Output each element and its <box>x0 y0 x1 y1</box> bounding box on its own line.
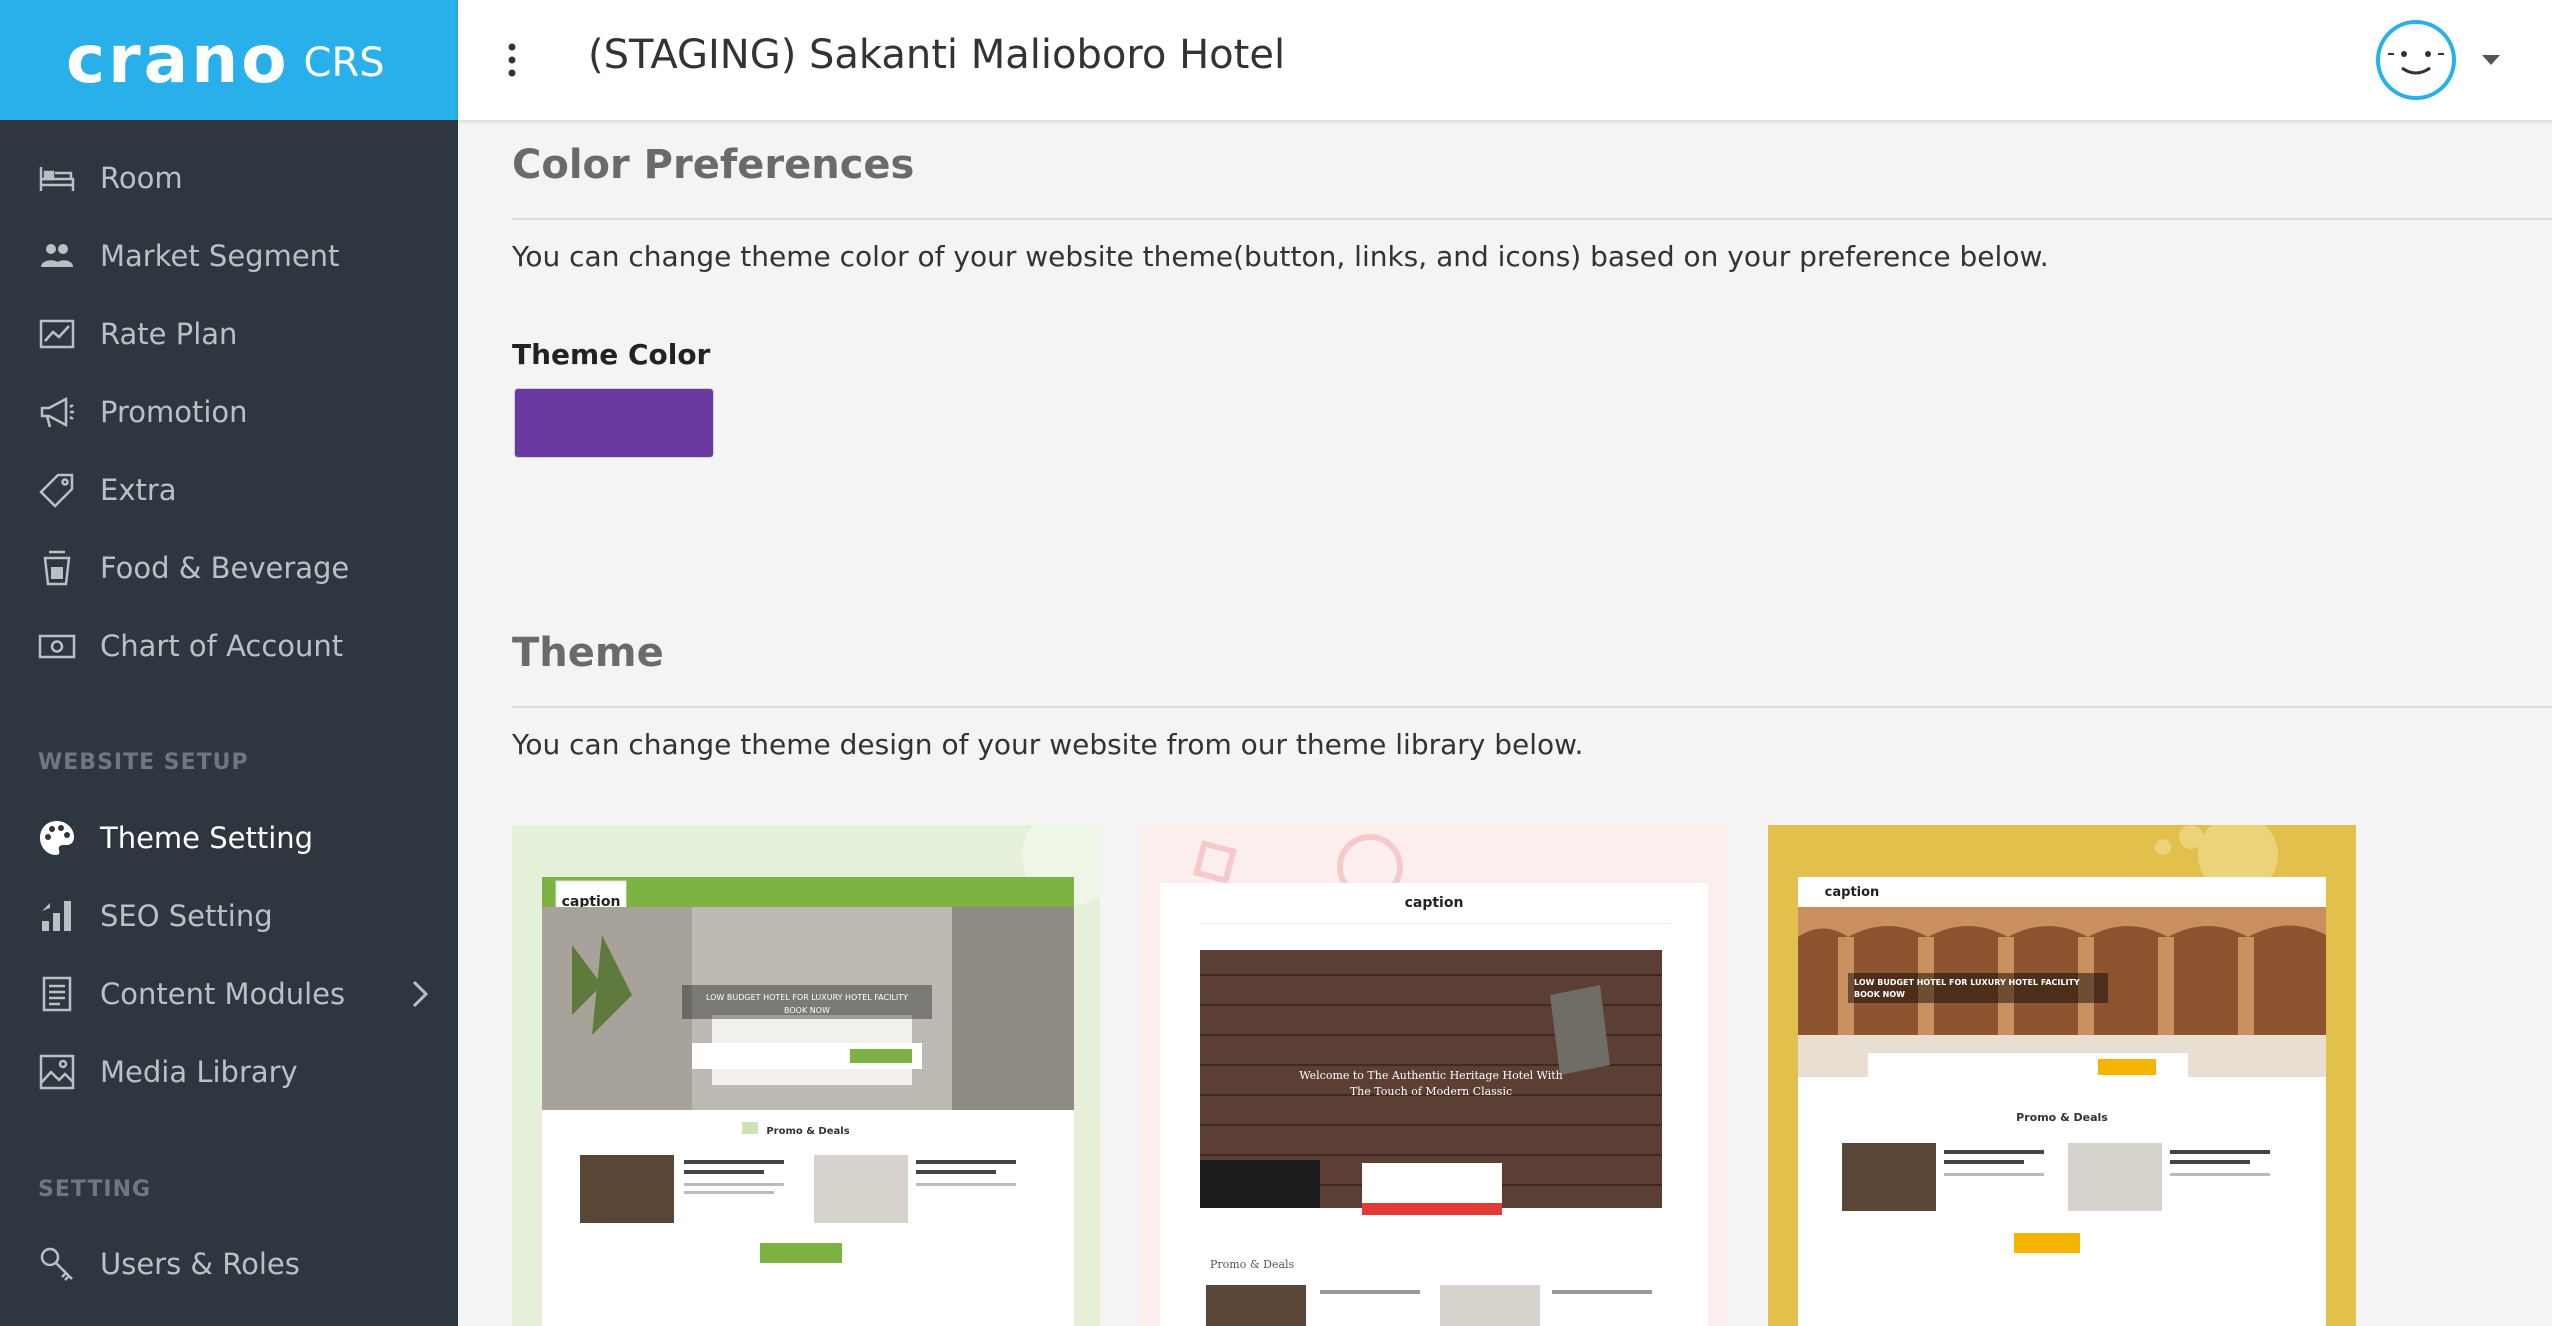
theme-promo-title: Promo & Deals <box>2016 1111 2108 1124</box>
color-preferences-description: You can change theme color of your websi… <box>512 240 2049 273</box>
document-icon <box>42 976 72 1012</box>
sidebar-item-media-library[interactable]: Media Library <box>0 1033 458 1111</box>
divider <box>512 706 2552 708</box>
divider <box>512 218 2552 220</box>
main-content: Color Preferences You can change theme c… <box>458 120 2552 1326</box>
theme-hero-text: LOW BUDGET HOTEL FOR LUXURY HOTEL FACILI… <box>706 993 908 1002</box>
theme-color-label: Theme Color <box>512 338 711 371</box>
top-header: (STAGING) Sakanti Malioboro Hotel <box>458 0 2552 120</box>
sidebar-item-promotion[interactable]: Promotion <box>0 373 458 451</box>
bar-chart-icon <box>42 901 71 931</box>
sidebar-item-label: Content Modules <box>100 977 346 1011</box>
sidebar-item-label: Room <box>100 161 183 195</box>
more-menu-icon[interactable] <box>506 42 518 78</box>
sidebar-item-users-roles[interactable]: Users & Roles <box>0 1225 458 1303</box>
theme-logo: caption <box>1825 885 1880 900</box>
sidebar-item-label: Theme Setting <box>100 821 314 855</box>
sidebar-item-theme-setting[interactable]: Theme Setting <box>0 799 458 877</box>
sidebar-item-content-modules[interactable]: Content Modules <box>0 955 458 1033</box>
theme-logo: caption <box>1405 895 1464 911</box>
user-avatar-icon[interactable] <box>2374 18 2458 102</box>
theme-color-swatch[interactable] <box>514 388 714 458</box>
theme-description: You can change theme design of your webs… <box>512 728 1584 761</box>
brand-logo[interactable]: crano CRS <box>0 0 458 120</box>
chart-icon <box>39 319 75 349</box>
brand-subtitle: CRS <box>303 40 385 86</box>
theme-hero-sub: The Touch of Modern Classic <box>1350 1085 1512 1098</box>
color-preferences-title: Color Preferences <box>512 142 915 188</box>
cup-icon <box>43 550 71 586</box>
theme-hero-sub: BOOK NOW <box>1854 990 1905 999</box>
sidebar-item-label: Promotion <box>100 395 248 429</box>
section-label-website-setup: WEBSITE SETUP <box>38 750 249 775</box>
sidebar-item-rate-plan[interactable]: Rate Plan <box>0 295 458 373</box>
image-icon <box>39 1054 75 1090</box>
sidebar-item-label: Media Library <box>100 1055 298 1089</box>
sidebar-item-extra[interactable]: Extra <box>0 451 458 529</box>
theme-hero-text: LOW BUDGET HOTEL FOR LUXURY HOTEL FACILI… <box>1854 978 2080 987</box>
sidebar-item-label: Food & Beverage <box>100 551 350 585</box>
theme-hero-text: Welcome to The Authentic Heritage Hotel … <box>1299 1069 1563 1082</box>
sidebar-item-label: Rate Plan <box>100 317 238 351</box>
tag-icon <box>39 473 74 508</box>
theme-card-red[interactable]: caption Welcome to The Authentic Heritag… <box>1140 825 1728 1326</box>
chevron-right-icon <box>412 980 429 1008</box>
sidebar-item-label: Market Segment <box>100 239 340 273</box>
sidebar-item-food-beverage[interactable]: Food & Beverage <box>0 529 458 607</box>
money-icon <box>38 634 76 659</box>
section-label-setting: SETTING <box>38 1177 152 1202</box>
theme-card-yellow[interactable]: caption LOW BUDGET HOTEL FOR LUXURY HOTE… <box>1768 825 2356 1326</box>
theme-promo-title: Promo & Deals <box>1210 1258 1295 1271</box>
theme-promo-title: Promo & Deals <box>766 1126 849 1137</box>
sidebar: crano CRS Room Market Segment Rate Plan … <box>0 0 458 1326</box>
sidebar-item-chart-of-account[interactable]: Chart of Account <box>0 607 458 685</box>
sidebar-item-seo-setting[interactable]: SEO Setting <box>0 877 458 955</box>
palette-icon <box>40 821 74 855</box>
sidebar-item-room[interactable]: Room <box>0 139 458 217</box>
sidebar-item-label: Extra <box>100 473 177 507</box>
megaphone-icon <box>40 396 74 428</box>
theme-hero-sub: BOOK NOW <box>784 1006 830 1015</box>
brand-wordmark: crano <box>66 21 290 98</box>
key-icon <box>40 1247 73 1281</box>
theme-title: Theme <box>512 630 664 676</box>
sidebar-item-label: Chart of Account <box>100 629 344 663</box>
bed-icon <box>39 167 75 191</box>
page-title: (STAGING) Sakanti Malioboro Hotel <box>588 32 1286 78</box>
sidebar-item-label: SEO Setting <box>100 899 273 933</box>
sidebar-item-market-segment[interactable]: Market Segment <box>0 217 458 295</box>
theme-card-green[interactable]: caption LOW BUDGET HOTEL FOR LUXURY HOTE… <box>512 825 1100 1326</box>
sidebar-item-label: Users & Roles <box>100 1247 300 1281</box>
chevron-down-icon[interactable] <box>2480 53 2502 67</box>
people-icon <box>41 244 73 267</box>
